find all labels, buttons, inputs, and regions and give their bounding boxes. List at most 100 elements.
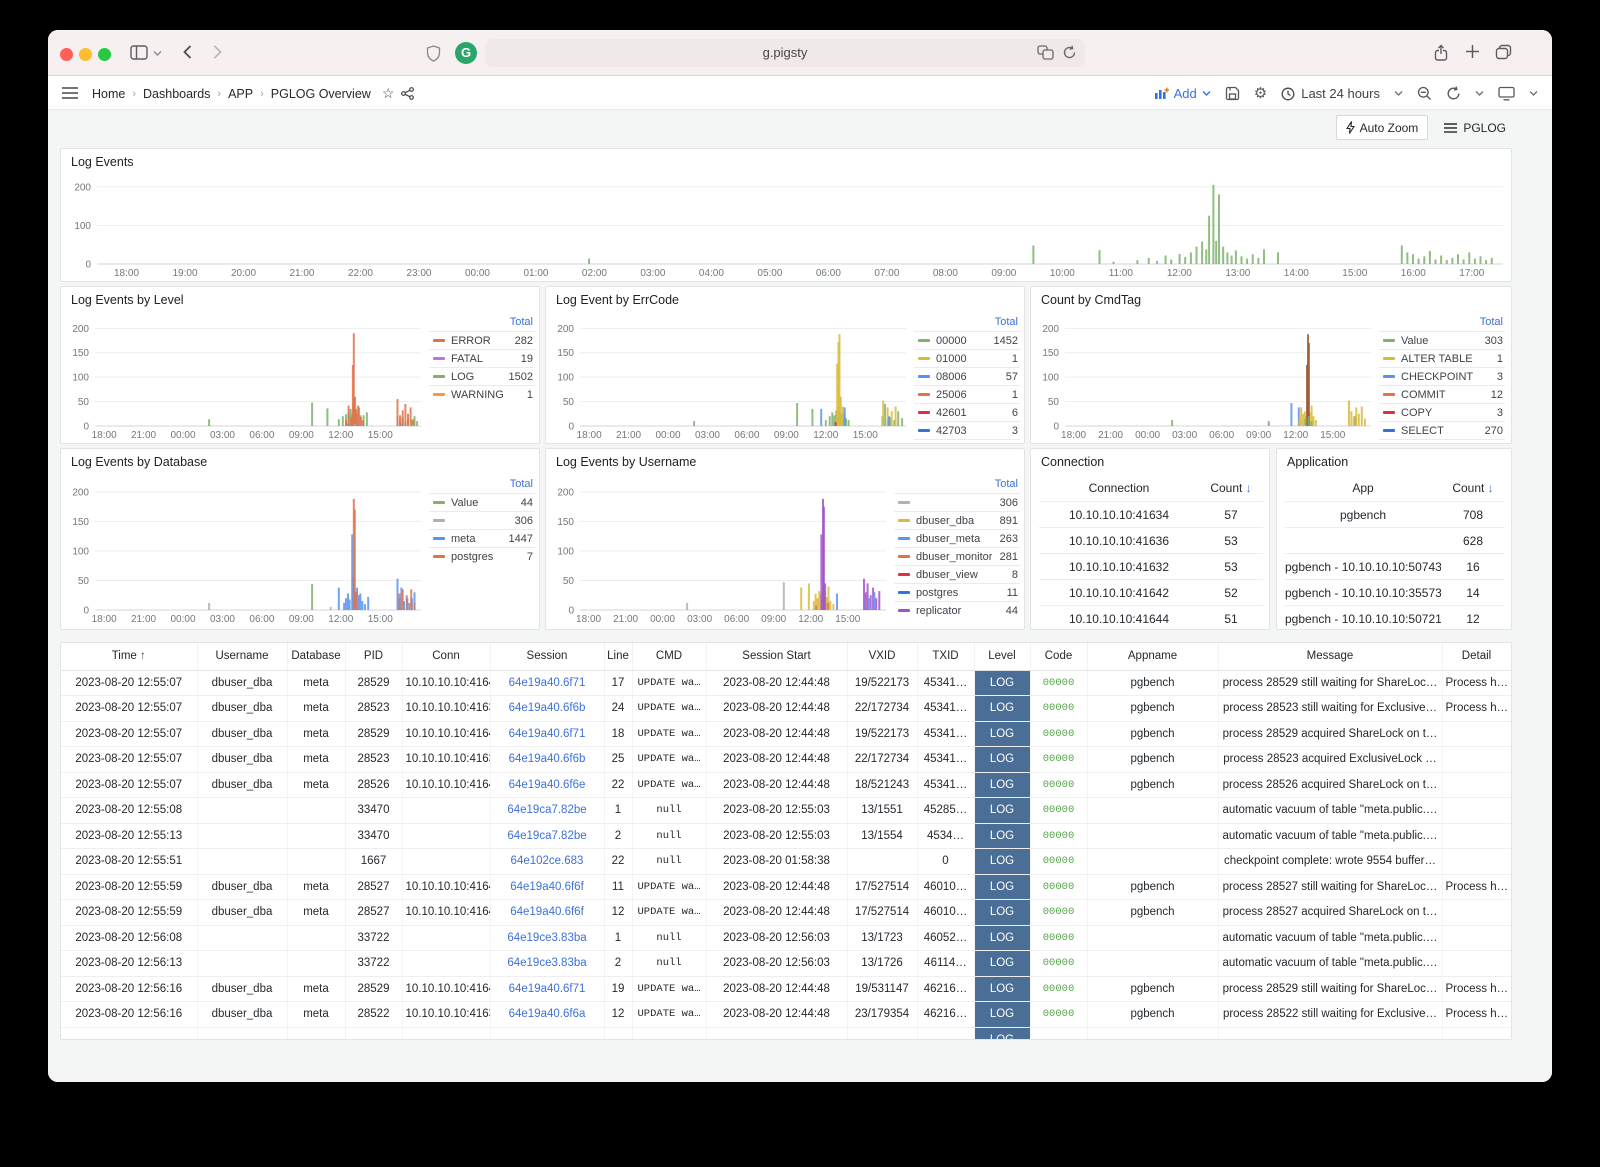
legend-total-header[interactable]: Total — [914, 315, 1020, 331]
legend-item[interactable]: SELECT 270 — [1379, 421, 1505, 439]
legend-item[interactable]: WARNING 1 — [429, 385, 535, 403]
legend-item[interactable]: dbuser_meta 263 — [894, 529, 1020, 547]
by-database-chart[interactable]: 0 50 100 150 200 18:00 21:00 00:00 03:00 06:00 09:… — [65, 477, 425, 625]
legend-item[interactable]: 42703 3 — [914, 421, 1020, 439]
kiosk-chevron-icon[interactable] — [1529, 90, 1538, 97]
legend-item[interactable]: meta 1447 — [429, 529, 535, 547]
legend-item[interactable]: dbuser_monitor 281 — [894, 547, 1020, 565]
back-button[interactable] — [182, 44, 193, 60]
time-range-picker[interactable]: Last 24 hours — [1281, 86, 1380, 101]
legend-total-header[interactable]: Total — [429, 315, 535, 331]
legend-item[interactable]: COMMIT 12 — [1379, 385, 1505, 403]
log-column-header[interactable]: Detail — [1442, 643, 1511, 671]
legend-item[interactable]: LOG 1502 — [429, 367, 535, 385]
column-header[interactable]: App — [1285, 481, 1441, 495]
breadcrumb-dashboards[interactable]: Dashboards — [143, 87, 210, 101]
menu-icon[interactable] — [62, 86, 78, 100]
fullscreen-window-button[interactable] — [98, 47, 111, 61]
legend-item[interactable]: 00000 1452 — [914, 331, 1020, 349]
translate-icon[interactable] — [1037, 45, 1054, 60]
by-errcode-chart[interactable]: 0 50 100 150 200 18:00 21:00 00:00 03:00 06:00 09:… — [550, 315, 910, 441]
share-icon[interactable] — [1433, 44, 1449, 62]
legend-item[interactable]: 42P011 — [914, 439, 1020, 441]
session-link[interactable]: 64e19ca7.82be — [490, 823, 605, 849]
legend-item[interactable]: 306 — [429, 511, 535, 529]
log-column-header[interactable]: Session — [490, 643, 605, 671]
refresh-interval-chevron-icon[interactable] — [1475, 90, 1484, 97]
legend-item[interactable]: 08006 57 — [914, 367, 1020, 385]
column-header-sorted[interactable]: Count ↓ — [1199, 481, 1263, 495]
log-column-header[interactable]: Database — [287, 643, 346, 671]
session-link[interactable]: 64e19a40.6f6e — [490, 772, 605, 798]
legend-item[interactable]: 25006 1 — [914, 385, 1020, 403]
log-column-header[interactable]: PID — [345, 643, 403, 671]
legend-item[interactable]: 306 — [894, 493, 1020, 511]
minimize-window-button[interactable] — [79, 47, 92, 61]
legend-item[interactable]: CHECKPOINT 3 — [1379, 367, 1505, 385]
add-button[interactable]: Add — [1154, 86, 1211, 101]
auto-zoom-button[interactable]: Auto Zoom — [1335, 115, 1429, 140]
session-link[interactable] — [490, 1027, 605, 1039]
log-column-header[interactable]: Line — [604, 643, 633, 671]
log-column-header[interactable]: VXID — [847, 643, 918, 671]
grammarly-extension-icon[interactable]: G — [455, 42, 477, 64]
refresh-icon[interactable] — [1446, 86, 1461, 101]
log-column-header[interactable]: Message — [1218, 643, 1443, 671]
kiosk-mode-icon[interactable] — [1498, 86, 1515, 101]
log-column-header[interactable]: Code — [1030, 643, 1088, 671]
legend-item[interactable]: FATAL 19 — [429, 349, 535, 367]
log-column-header[interactable]: Time ↑ — [61, 643, 198, 671]
session-link[interactable]: 64e19a40.6f6b — [490, 695, 605, 722]
legend-item[interactable]: postgres 11 — [894, 583, 1020, 601]
pglog-button[interactable]: PGLOG — [1438, 115, 1512, 140]
session-link[interactable]: 64e102ce.683 — [490, 848, 605, 875]
legend-item[interactable]: SHOW5 — [1379, 439, 1505, 441]
by-cmdtag-chart[interactable]: 0 50 100 150 200 18:00 21:00 00:00 03:00 06:00 09:… — [1035, 315, 1375, 441]
breadcrumb-app[interactable]: APP — [228, 87, 253, 101]
legend-item[interactable]: dbuser_dba 891 — [894, 511, 1020, 529]
legend-item[interactable]: COPY 3 — [1379, 403, 1505, 421]
close-window-button[interactable] — [60, 47, 73, 61]
session-link[interactable]: 64e19a40.6f71 — [490, 976, 605, 1002]
legend-total-header[interactable]: Total — [1379, 315, 1505, 331]
new-tab-icon[interactable] — [1465, 44, 1480, 59]
column-header[interactable]: Connection — [1039, 481, 1199, 495]
log-column-header[interactable]: TXID — [917, 643, 975, 671]
session-link[interactable]: 64e19ca7.82be — [490, 797, 605, 824]
log-column-header[interactable]: CMD — [632, 643, 707, 671]
privacy-shield-icon[interactable] — [426, 45, 441, 62]
legend-item[interactable]: replicator 44 — [894, 601, 1020, 619]
session-link[interactable]: 64e19a40.6f6f — [490, 899, 605, 926]
sidebar-chevron-icon[interactable] — [153, 50, 162, 57]
log-column-header[interactable]: Conn — [402, 643, 491, 671]
address-bar[interactable]: g.pigsty — [485, 39, 1085, 67]
session-link[interactable]: 64e19ce3.83ba — [490, 925, 605, 951]
legend-item[interactable]: postgres 7 — [429, 547, 535, 565]
log-column-header[interactable]: Session Start — [706, 643, 848, 671]
session-link[interactable]: 64e19a40.6f71 — [490, 721, 605, 747]
zoom-out-icon[interactable] — [1417, 86, 1432, 101]
legend-item[interactable]: Value 303 — [1379, 331, 1505, 349]
legend-total-header[interactable]: Total — [894, 477, 1020, 493]
legend-item[interactable]: dbuser_view 8 — [894, 565, 1020, 583]
session-link[interactable]: 64e19a40.6f71 — [490, 670, 605, 696]
session-link[interactable]: 64e19ce3.83ba — [490, 950, 605, 977]
share-dashboard-icon[interactable] — [401, 87, 415, 100]
log-events-chart[interactable]: 0 100 200 18:00 19:00 20:00 21:00 22:00 23:00 00:… — [67, 175, 1507, 279]
save-dashboard-icon[interactable] — [1225, 86, 1240, 101]
session-link[interactable]: 64e19a40.6f6a — [490, 1001, 605, 1028]
legend-item[interactable]: Value 44 — [429, 493, 535, 511]
session-link[interactable]: 64e19a40.6f6b — [490, 746, 605, 773]
tab-overview-icon[interactable] — [1495, 44, 1512, 60]
legend-item[interactable]: ERROR 282 — [429, 331, 535, 349]
forward-button[interactable] — [212, 44, 223, 60]
breadcrumb-home[interactable]: Home — [92, 87, 125, 101]
reload-icon[interactable] — [1062, 45, 1077, 60]
log-column-header[interactable]: Appname — [1087, 643, 1219, 671]
log-column-header[interactable]: Level — [974, 643, 1031, 671]
legend-item[interactable]: ALTER TABLE 1 — [1379, 349, 1505, 367]
favorite-star-icon[interactable]: ☆ — [382, 85, 395, 102]
legend-item[interactable]: 01000 1 — [914, 349, 1020, 367]
legend-item[interactable]: 42601 6 — [914, 403, 1020, 421]
session-link[interactable]: 64e19a40.6f6f — [490, 874, 605, 900]
